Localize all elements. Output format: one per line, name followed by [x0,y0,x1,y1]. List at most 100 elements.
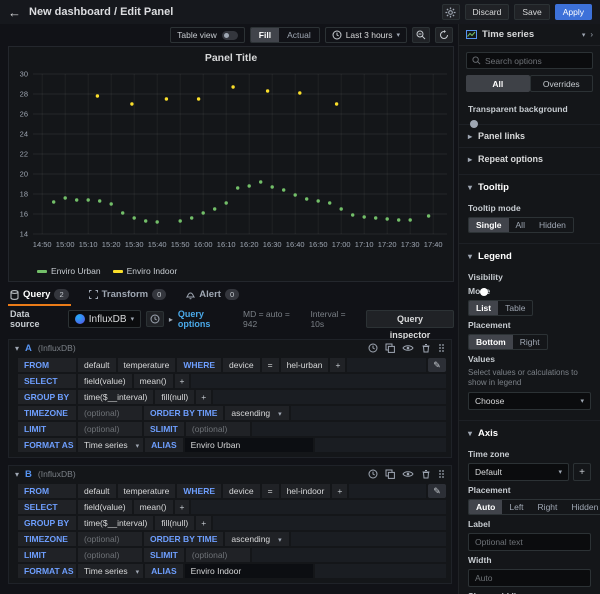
query-cell[interactable]: mean() [134,500,173,514]
actual-option[interactable]: Actual [279,28,319,42]
query-cell[interactable]: default [78,358,116,372]
tab-transform[interactable]: Transform 0 [87,287,169,304]
trash-icon[interactable] [421,343,431,353]
query-cell[interactable]: ORDER BY TIME [144,406,223,420]
query-cell[interactable]: ascending▾ [225,532,289,546]
panel-links-section[interactable]: ▸ Panel links [459,124,600,147]
axis-placement-right[interactable]: Right [531,500,565,514]
query-cell[interactable]: Enviro Urban [185,438,313,452]
tab-overrides[interactable]: Overrides [530,75,594,92]
add-timezone-button[interactable]: + [573,463,591,481]
legend-placement-bottom[interactable]: Bottom [469,335,513,349]
query-cell[interactable]: (optional) [78,532,142,546]
query-cell[interactable]: (optional) [78,422,142,436]
legend-placement-right[interactable]: Right [513,335,547,349]
axis-width-input[interactable]: Auto [468,569,591,587]
chevron-down-icon[interactable]: ▾ [582,31,586,39]
time-range-picker[interactable]: Last 3 hours ▾ [325,27,407,43]
repeat-options-section[interactable]: ▸ Repeat options [459,147,600,170]
edit-raw-query-button[interactable]: ✎ [428,484,446,498]
query-cell[interactable]: WHERE [177,358,221,372]
query-cell[interactable]: device [223,484,260,498]
copy-icon[interactable] [385,343,395,353]
table-view-toggle[interactable] [222,31,238,40]
eye-icon[interactable] [402,344,414,352]
query-cell[interactable]: time($__interval) [78,390,153,404]
query-history-button[interactable] [146,311,164,327]
query-cell[interactable]: FROM [18,358,76,372]
discard-button[interactable]: Discard [465,4,510,20]
legend-section-header[interactable]: ▾ Legend [459,243,600,264]
query-cell[interactable]: (optional) [78,548,142,562]
query-cell[interactable]: Time series▾ [78,564,143,578]
settings-button[interactable] [442,4,460,20]
query-cell[interactable]: Enviro Indoor [185,564,313,578]
tooltip-mode-all[interactable]: All [509,218,532,232]
axis-placement-hidden[interactable]: Hidden [564,500,600,514]
query-cell[interactable]: device [223,358,260,372]
query-cell[interactable]: SLIMIT [144,548,184,562]
query-cell[interactable]: (optional) [78,406,142,420]
query-cell[interactable]: + [175,374,190,388]
query-cell[interactable]: temperature [118,358,176,372]
query-cell[interactable]: + [332,484,347,498]
edit-raw-query-button[interactable]: ✎ [428,358,446,372]
query-cell[interactable]: fill(null) [155,516,194,530]
query-cell[interactable]: (optional) [186,548,250,562]
axis-label-input[interactable]: Optional text [468,533,591,551]
legend-mode-table[interactable]: Table [498,301,532,315]
back-icon[interactable]: ← [8,5,21,20]
query-cell[interactable]: time($__interval) [78,516,153,530]
fill-option[interactable]: Fill [251,28,279,42]
drag-handle-icon[interactable] [438,343,445,353]
options-search-input[interactable]: Search options [466,52,593,69]
query-cell[interactable]: TIMEZONE [18,532,76,546]
query-cell[interactable]: + [175,500,190,514]
drag-handle-icon[interactable] [438,469,445,479]
query-cell[interactable]: SELECT [18,500,76,514]
query-cell[interactable]: + [196,516,211,530]
query-header[interactable]: ▾A(InfluxDB) [9,340,451,356]
tooltip-mode-single[interactable]: Single [469,218,509,232]
tab-query[interactable]: Query 2 [8,287,71,306]
tooltip-mode-hidden[interactable]: Hidden [532,218,573,232]
axis-placement-auto[interactable]: Auto [469,500,502,514]
axis-placement-left[interactable]: Left [502,500,530,514]
query-options-link[interactable]: Query options [178,309,238,329]
query-cell[interactable]: (optional) [186,422,250,436]
clock-icon[interactable] [368,469,378,479]
query-cell[interactable]: Time series▾ [78,438,143,452]
legend-item-indoor[interactable]: Enviro Indoor [113,266,178,276]
tooltip-section-header[interactable]: ▾ Tooltip [459,174,600,195]
query-cell[interactable]: + [196,390,211,404]
query-cell[interactable]: = [262,484,279,498]
query-cell[interactable]: hel-indoor [281,484,331,498]
query-cell[interactable]: field(value) [78,374,132,388]
query-cell[interactable]: LIMIT [18,548,76,562]
query-cell[interactable]: FROM [18,484,76,498]
query-cell[interactable]: default [78,484,116,498]
query-cell[interactable]: + [330,358,345,372]
collapse-pane-icon[interactable]: › [590,30,593,39]
legend-mode-list[interactable]: List [469,301,498,315]
refresh-button[interactable] [435,27,453,43]
query-cell[interactable]: ALIAS [145,438,183,452]
copy-icon[interactable] [385,469,395,479]
query-cell[interactable]: = [262,358,279,372]
eye-icon[interactable] [402,470,414,478]
axis-section-header[interactable]: ▾ Axis [459,420,600,441]
query-inspector-button[interactable]: Query inspector [366,310,454,328]
query-header[interactable]: ▾B(InfluxDB) [9,466,451,482]
axis-timezone-select[interactable]: Default ▾ [468,463,569,481]
query-cell[interactable]: ORDER BY TIME [144,532,223,546]
query-cell[interactable]: SLIMIT [144,422,184,436]
apply-button[interactable]: Apply [555,4,592,20]
query-cell[interactable]: ALIAS [145,564,183,578]
legend-values-select[interactable]: Choose ▾ [468,392,591,410]
query-cell[interactable]: LIMIT [18,422,76,436]
datasource-select[interactable]: InfluxDB ▾ [68,310,141,328]
query-cell[interactable]: mean() [134,374,173,388]
query-cell[interactable]: ascending▾ [225,406,289,420]
query-cell[interactable]: temperature [118,484,176,498]
tab-alert[interactable]: Alert 0 [184,287,241,304]
